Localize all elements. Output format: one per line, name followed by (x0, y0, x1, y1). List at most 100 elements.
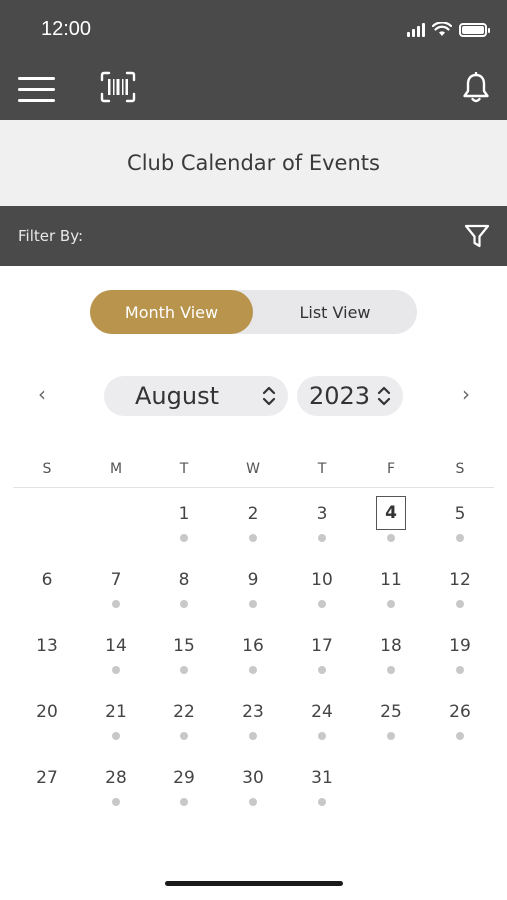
weekday-header: SMTWTFS (13, 458, 494, 488)
day-number: 23 (242, 702, 264, 722)
weekday-label: W (246, 461, 260, 477)
calendar-day[interactable]: 11 (371, 554, 411, 614)
calendar-day[interactable]: 6 (27, 554, 67, 614)
app-header: 12:00 (0, 0, 507, 120)
day-number: 3 (316, 504, 328, 524)
calendar-day[interactable]: 31 (302, 752, 342, 812)
day-number: 2 (247, 504, 259, 524)
calendar-day[interactable]: 15 (164, 620, 204, 680)
calendar-day[interactable]: 28 (96, 752, 136, 812)
year-value: 2023 (309, 382, 371, 410)
status-time: 12:00 (41, 18, 92, 40)
calendar-day[interactable]: 13 (27, 620, 67, 680)
event-indicator-dot (112, 666, 120, 674)
calendar-day[interactable]: 18 (371, 620, 411, 680)
calendar-day[interactable]: 22 (164, 686, 204, 746)
calendar-day-today[interactable]: 4 (371, 488, 411, 548)
calendar-day[interactable]: 27 (27, 752, 67, 812)
event-indicator-dot (318, 732, 326, 740)
day-number: 6 (41, 570, 53, 590)
event-indicator-dot (180, 798, 188, 806)
list-view-tab[interactable]: List View (253, 290, 417, 334)
event-indicator-dot (318, 666, 326, 674)
battery-icon (459, 22, 490, 37)
weekday-label: M (109, 461, 123, 477)
status-bar: 12:00 (0, 0, 507, 60)
month-view-tab[interactable]: Month View (90, 290, 253, 334)
calendar-day[interactable]: 8 (164, 554, 204, 614)
day-number: 1 (178, 504, 190, 524)
day-number: 24 (311, 702, 333, 722)
calendar-day[interactable]: 1 (164, 488, 204, 548)
day-number: 9 (247, 570, 259, 590)
calendar-day[interactable]: 23 (233, 686, 273, 746)
calendar-day[interactable]: 16 (233, 620, 273, 680)
event-indicator-dot (180, 732, 188, 740)
calendar-day[interactable]: 21 (96, 686, 136, 746)
calendar-day[interactable]: 26 (440, 686, 480, 746)
weekday-label: S (42, 461, 52, 477)
calendar-day[interactable]: 29 (164, 752, 204, 812)
event-indicator-dot (249, 798, 257, 806)
filter-icon[interactable] (464, 223, 490, 249)
event-indicator-dot (318, 534, 326, 542)
calendar-day[interactable]: 12 (440, 554, 480, 614)
day-number: 18 (380, 636, 402, 656)
cellular-signal-icon (407, 22, 425, 37)
event-indicator-dot (249, 600, 257, 608)
day-number: 25 (380, 702, 402, 722)
chevron-up-down-icon (262, 386, 276, 406)
event-indicator-dot (249, 534, 257, 542)
day-number: 16 (242, 636, 264, 656)
event-indicator-dot (180, 666, 188, 674)
day-number: 22 (173, 702, 195, 722)
event-indicator-dot (387, 666, 395, 674)
home-indicator[interactable] (165, 881, 343, 886)
event-indicator-dot (387, 534, 395, 542)
calendar-day[interactable]: 19 (440, 620, 480, 680)
calendar-day[interactable]: 30 (233, 752, 273, 812)
day-number: 31 (311, 768, 333, 788)
day-number: 4 (376, 496, 406, 530)
day-number: 8 (178, 570, 190, 590)
event-indicator-dot (249, 732, 257, 740)
weekday-label: T (317, 461, 327, 477)
calendar-day[interactable]: 25 (371, 686, 411, 746)
filter-bar[interactable]: Filter By: (0, 206, 507, 266)
year-picker[interactable]: 2023 (297, 376, 403, 416)
day-number: 27 (36, 768, 58, 788)
calendar-day[interactable]: 17 (302, 620, 342, 680)
barcode-scan-icon[interactable] (100, 71, 136, 103)
day-number: 26 (449, 702, 471, 722)
event-indicator-dot (456, 666, 464, 674)
calendar-day[interactable]: 5 (440, 488, 480, 548)
month-picker[interactable]: August (104, 376, 288, 416)
menu-icon[interactable] (18, 77, 55, 103)
notification-bell-icon[interactable] (461, 72, 491, 104)
calendar-day[interactable]: 24 (302, 686, 342, 746)
calendar-day[interactable]: 2 (233, 488, 273, 548)
chevron-up-down-icon (377, 386, 391, 406)
page-title-bar: Club Calendar of Events (0, 120, 507, 206)
prev-month-button[interactable]: ‹ (32, 382, 52, 406)
event-indicator-dot (180, 534, 188, 542)
next-month-button[interactable]: › (456, 382, 476, 406)
event-indicator-dot (112, 732, 120, 740)
wifi-icon (432, 22, 452, 36)
day-number: 14 (105, 636, 127, 656)
month-value: August (135, 382, 219, 410)
event-indicator-dot (112, 798, 120, 806)
calendar-day[interactable]: 20 (27, 686, 67, 746)
calendar-day[interactable]: 3 (302, 488, 342, 548)
day-number: 7 (110, 570, 122, 590)
calendar-day[interactable]: 9 (233, 554, 273, 614)
calendar-day[interactable]: 7 (96, 554, 136, 614)
day-number: 28 (105, 768, 127, 788)
calendar-day[interactable]: 14 (96, 620, 136, 680)
status-icons (407, 22, 490, 37)
event-indicator-dot (249, 666, 257, 674)
day-number: 10 (311, 570, 333, 590)
day-number: 11 (380, 570, 402, 590)
day-number: 21 (105, 702, 127, 722)
calendar-day[interactable]: 10 (302, 554, 342, 614)
